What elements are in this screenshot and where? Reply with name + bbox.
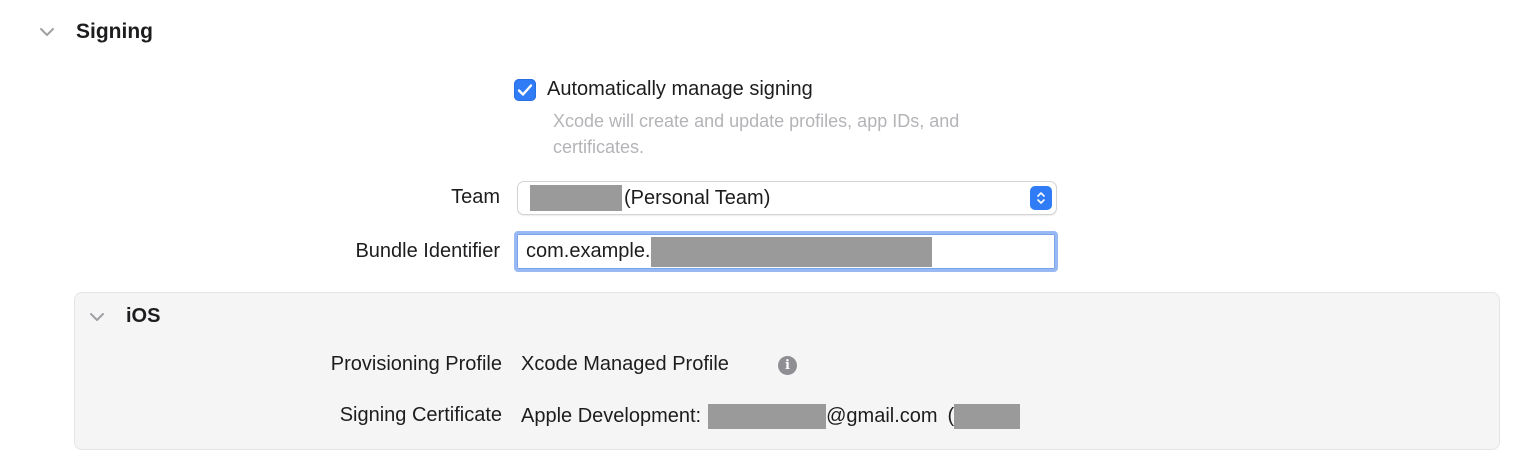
ios-disclosure-chevron-icon[interactable] xyxy=(88,308,106,326)
bundle-identifier-value: com.example. xyxy=(526,240,651,262)
team-value-suffix: (Personal Team) xyxy=(624,186,771,209)
up-down-chevron-icon xyxy=(1030,186,1052,210)
certificate-id-redaction xyxy=(954,404,1021,429)
bundle-identifier-redaction xyxy=(650,236,932,267)
team-name-redaction xyxy=(530,185,622,211)
auto-manage-signing-label[interactable]: Automatically manage signing xyxy=(547,78,813,101)
team-label: Team xyxy=(451,186,500,208)
bundle-identifier-label: Bundle Identifier xyxy=(355,240,500,262)
signing-certificate-label: Signing Certificate xyxy=(339,404,502,426)
info-icon[interactable]: i xyxy=(778,356,797,375)
provisioning-profile-value: Xcode Managed Profile xyxy=(521,353,729,375)
signing-certificate-paren: ( xyxy=(947,405,955,427)
signing-certificate-prefix: Apple Development: xyxy=(521,405,702,427)
provisioning-profile-label: Provisioning Profile xyxy=(330,353,502,375)
signing-disclosure-chevron-icon[interactable] xyxy=(38,23,56,41)
ios-section-title: iOS xyxy=(126,305,161,327)
signing-section-title: Signing xyxy=(76,20,153,43)
checkmark-icon xyxy=(517,84,533,96)
auto-manage-signing-checkbox[interactable] xyxy=(514,79,536,101)
auto-manage-signing-description-line2: certificates. xyxy=(553,137,645,157)
signing-certificate-value: Apple Development: @gmail.com ( xyxy=(521,404,1021,429)
signing-certificate-email-suffix: @gmail.com xyxy=(826,405,938,427)
bundle-identifier-field[interactable]: com.example. xyxy=(514,231,1058,272)
auto-manage-signing-description-line1: Xcode will create and update profiles, a… xyxy=(553,111,960,131)
certificate-email-redaction xyxy=(708,404,827,429)
team-popup-button[interactable]: (Personal Team) xyxy=(517,181,1057,215)
